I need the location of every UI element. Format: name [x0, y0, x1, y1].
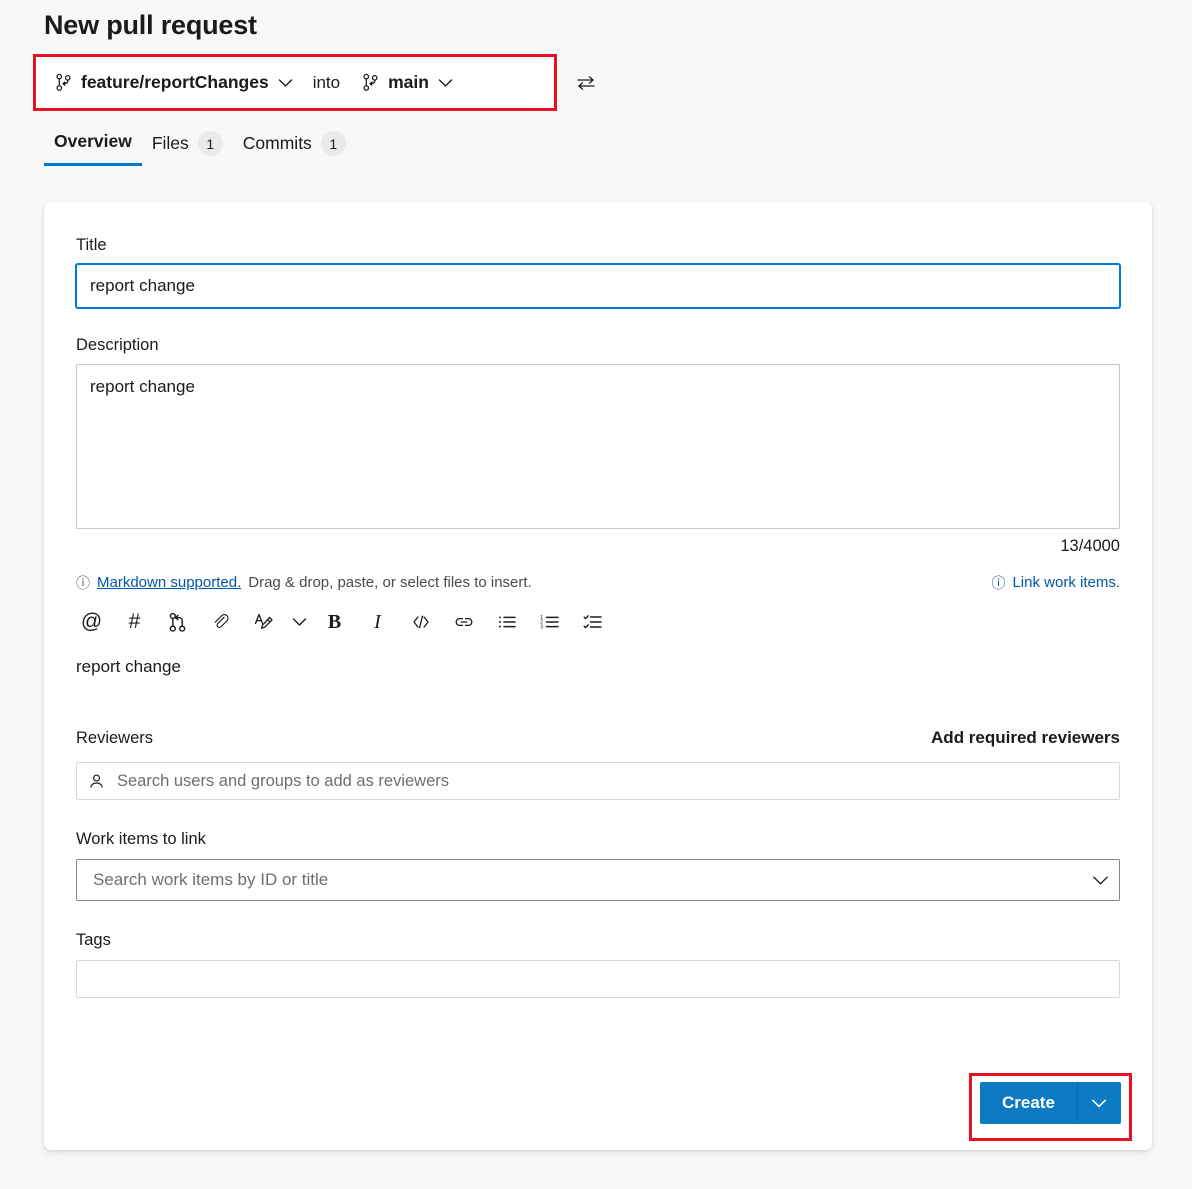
swap-arrows-icon [575, 72, 597, 94]
chevron-down-icon[interactable] [1092, 875, 1109, 886]
source-branch-selector[interactable]: feature/reportChanges [47, 67, 301, 98]
code-icon[interactable] [399, 604, 442, 640]
add-required-reviewers-button[interactable]: Add required reviewers [931, 728, 1120, 748]
tab-commits[interactable]: Commits 1 [233, 126, 356, 170]
italic-icon[interactable]: I [356, 604, 399, 640]
reviewers-label: Reviewers [76, 729, 153, 748]
reviewers-header: Reviewers Add required reviewers [76, 728, 1120, 748]
tab-files[interactable]: Files 1 [142, 126, 233, 170]
hashtag-icon[interactable]: # [113, 604, 156, 640]
editor-helper-row: ⓘ Markdown supported. Drag & drop, paste… [76, 574, 1120, 591]
tags-input[interactable] [76, 960, 1120, 998]
hashtag-glyph: # [129, 610, 141, 634]
swap-branches-button[interactable] [573, 70, 599, 96]
work-items-label: Work items to link [76, 830, 1120, 849]
target-branch-name: main [388, 72, 429, 93]
link-icon[interactable] [442, 604, 485, 640]
title-input[interactable] [76, 264, 1120, 308]
svg-text:3: 3 [540, 625, 543, 631]
tab-files-badge: 1 [198, 131, 223, 156]
chevron-down-icon[interactable] [285, 604, 313, 640]
reviewers-search-input[interactable] [115, 771, 1109, 792]
markdown-hint-text: Drag & drop, paste, or select files to i… [248, 574, 531, 591]
markdown-supported-link[interactable]: Markdown supported. [97, 574, 241, 591]
bullet-list-icon[interactable] [485, 604, 528, 640]
chevron-down-icon [1091, 1098, 1107, 1109]
description-label: Description [76, 336, 1120, 355]
mention-glyph: @ [81, 610, 102, 634]
branch-icon [362, 73, 379, 92]
branch-selector-highlight: feature/reportChanges into main [33, 54, 557, 111]
chevron-down-icon [438, 78, 453, 88]
bold-glyph: B [328, 611, 341, 634]
into-label: into [313, 73, 340, 93]
pull-request-icon[interactable] [156, 604, 199, 640]
create-dropdown-button[interactable] [1077, 1082, 1121, 1124]
tab-overview[interactable]: Overview [44, 126, 142, 166]
person-icon [88, 773, 105, 790]
info-circle-icon: ⓘ [991, 576, 1005, 590]
description-group: Description 13/4000 [76, 336, 1120, 556]
branch-selector-bar: feature/reportChanges into main [36, 57, 554, 108]
work-items-input[interactable] [91, 869, 1092, 891]
tags-label: Tags [76, 931, 1120, 950]
checklist-icon[interactable] [571, 604, 614, 640]
bold-icon[interactable]: B [313, 604, 356, 640]
work-items-group: Work items to link [76, 830, 1120, 901]
mention-icon[interactable]: @ [70, 604, 113, 640]
numbered-list-icon[interactable]: 1 2 3 [528, 604, 571, 640]
pr-tabs: Overview Files 1 Commits 1 [44, 126, 356, 170]
tab-commits-label: Commits [243, 133, 312, 154]
branch-icon [55, 73, 72, 92]
text-highlight-icon[interactable] [242, 604, 285, 640]
tab-files-label: Files [152, 133, 189, 154]
page-title: New pull request [44, 10, 257, 41]
description-textarea[interactable] [76, 364, 1120, 529]
markdown-help: ⓘ Markdown supported. Drag & drop, paste… [76, 574, 532, 591]
link-work-items-help: ⓘ Link work items. [991, 574, 1120, 591]
work-items-combobox[interactable] [76, 859, 1120, 901]
tab-commits-badge: 1 [321, 131, 346, 156]
tags-group: Tags [76, 931, 1120, 998]
create-button[interactable]: Create [980, 1082, 1077, 1124]
attachment-icon[interactable] [199, 604, 242, 640]
title-label: Title [76, 236, 1120, 255]
reviewers-search-box[interactable] [76, 762, 1120, 800]
target-branch-selector[interactable]: main [354, 67, 461, 98]
italic-glyph: I [374, 611, 381, 634]
create-button-group: Create [980, 1082, 1121, 1124]
chevron-down-icon [278, 78, 293, 88]
source-branch-name: feature/reportChanges [81, 72, 269, 93]
link-work-items-link[interactable]: Link work items. [1012, 574, 1120, 591]
description-preview: report change [76, 657, 1120, 677]
pull-request-form-card: Title Description 13/4000 ⓘ Markdown sup… [44, 202, 1152, 1150]
info-circle-icon: ⓘ [76, 576, 90, 590]
character-counter: 13/4000 [76, 537, 1120, 556]
create-button-highlight: Create [969, 1073, 1132, 1141]
tab-overview-label: Overview [54, 131, 132, 152]
markdown-toolbar: @ # [70, 604, 1120, 640]
